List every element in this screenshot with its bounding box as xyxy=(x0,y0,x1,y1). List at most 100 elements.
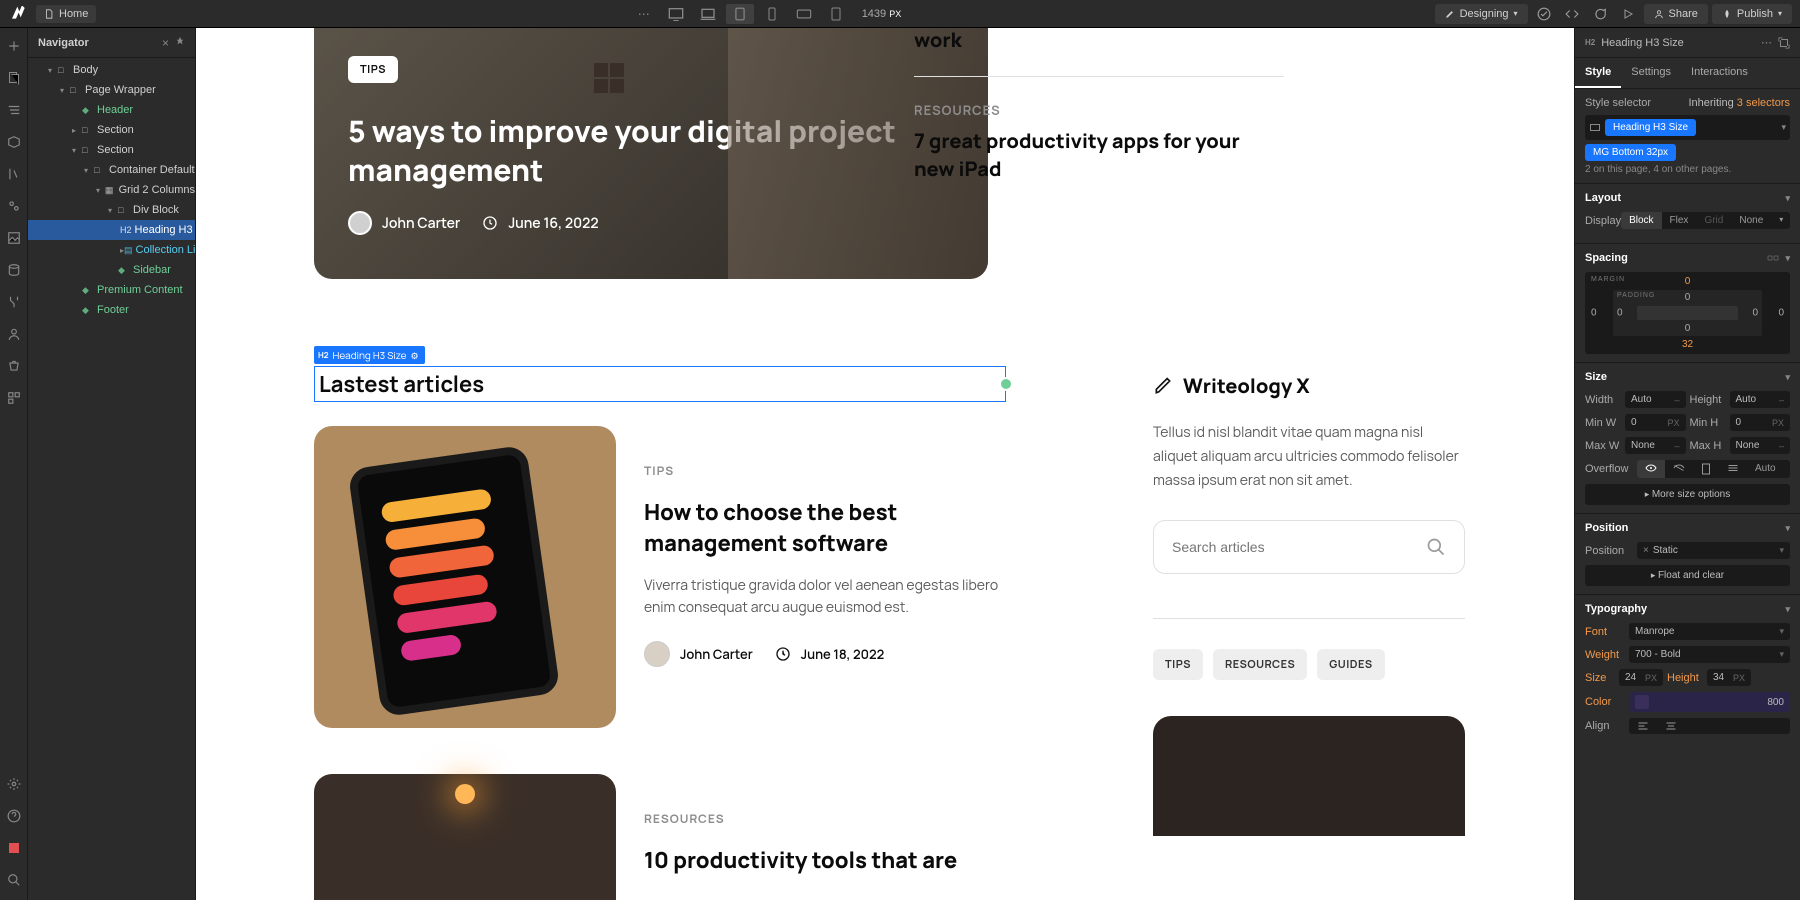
search-icon[interactable] xyxy=(1426,537,1446,557)
phone-icon[interactable] xyxy=(822,4,850,24)
nav-item[interactable]: ▾□Container Default xyxy=(28,160,195,180)
tablet-icon[interactable] xyxy=(726,4,754,24)
article-card[interactable]: RESOURCES 10 productivity tools that are xyxy=(314,774,1006,900)
tutorial-icon[interactable] xyxy=(6,840,22,856)
search-box[interactable] xyxy=(1153,520,1465,574)
search-input[interactable] xyxy=(1172,539,1426,555)
font-size-field[interactable]: 24PX xyxy=(1619,669,1663,686)
play-icon[interactable] xyxy=(1616,4,1640,24)
article-title[interactable]: 10 productivity tools that are xyxy=(644,845,1006,876)
add-icon[interactable] xyxy=(6,38,22,54)
nav-item[interactable]: ◆Footer xyxy=(28,300,195,320)
width-field[interactable]: Auto– xyxy=(1625,391,1686,408)
focus-icon[interactable] xyxy=(1778,37,1790,49)
desktop-icon[interactable] xyxy=(662,4,690,24)
collapse-icon[interactable]: × xyxy=(162,36,169,50)
check-icon[interactable] xyxy=(1532,4,1556,24)
tab-interactions[interactable]: Interactions xyxy=(1681,58,1758,88)
combo-chip[interactable]: MG Bottom 32px xyxy=(1585,144,1676,161)
nav-item[interactable]: ▾□Body xyxy=(28,60,195,80)
apps-icon[interactable] xyxy=(6,390,22,406)
tablet-small-icon[interactable] xyxy=(758,4,786,24)
section-heading[interactable]: Lastest articles xyxy=(319,369,1001,399)
more-icon[interactable]: ⋯ xyxy=(1761,36,1772,49)
chevron-down-icon[interactable]: ▾ xyxy=(1771,212,1790,229)
chevron-down-icon[interactable]: ▾ xyxy=(1785,193,1790,204)
phone-landscape-icon[interactable] xyxy=(790,4,818,24)
settings-icon[interactable] xyxy=(6,776,22,792)
code-icon[interactable] xyxy=(1560,4,1584,24)
viewport-width[interactable]: 1439 PX xyxy=(862,8,902,20)
pin-icon[interactable] xyxy=(175,36,185,50)
height-field[interactable]: Auto– xyxy=(1730,391,1791,408)
overflow-scroll[interactable] xyxy=(1693,460,1719,478)
link-icon[interactable] xyxy=(1767,253,1779,264)
class-chip[interactable]: Heading H3 Size xyxy=(1605,119,1696,136)
padding-left[interactable]: 0 xyxy=(1617,308,1623,319)
cms-icon[interactable] xyxy=(6,262,22,278)
selected-element[interactable]: Lastest articles xyxy=(314,366,1006,402)
publish-button[interactable]: Publish ▾ xyxy=(1712,4,1792,24)
maxh-field[interactable]: None– xyxy=(1730,437,1791,454)
tag-chip[interactable]: TIPS xyxy=(1153,649,1203,680)
selection-badge[interactable]: H2 Heading H3 Size ⚙ xyxy=(314,346,425,364)
class-selector[interactable]: Heading H3 Size ▾ xyxy=(1585,115,1790,140)
minh-field[interactable]: 0PX xyxy=(1730,414,1791,431)
display-block[interactable]: Block xyxy=(1621,212,1661,229)
tab-settings[interactable]: Settings xyxy=(1621,58,1681,88)
padding-right[interactable]: 0 xyxy=(1752,308,1758,319)
weight-field[interactable]: 700 - Bold▾ xyxy=(1629,646,1790,663)
align-center-icon[interactable] xyxy=(1657,718,1685,734)
nav-item[interactable]: ▸□Section xyxy=(28,120,195,140)
components-icon[interactable] xyxy=(6,134,22,150)
ecommerce-icon[interactable] xyxy=(6,358,22,374)
tag-chip[interactable]: GUIDES xyxy=(1317,649,1384,680)
nav-item[interactable]: ▸▤Collection List xyxy=(28,240,195,260)
webflow-logo-icon[interactable] xyxy=(8,4,28,24)
brand[interactable]: Writeology X xyxy=(1153,372,1465,399)
canvas[interactable]: TIPS 5 ways to improve your digital proj… xyxy=(196,28,1574,900)
side-post[interactable]: 3 tips to avoid internet distractions at… xyxy=(914,28,1284,54)
help-icon[interactable] xyxy=(6,808,22,824)
category-label[interactable]: RESOURCES xyxy=(644,810,1006,827)
tab-style[interactable]: Style xyxy=(1575,58,1621,88)
overflow-visible[interactable] xyxy=(1637,460,1665,478)
navigator-icon[interactable] xyxy=(6,102,22,118)
assets-icon[interactable] xyxy=(6,230,22,246)
nav-item[interactable]: ▾□Page Wrapper xyxy=(28,80,195,100)
article-title[interactable]: How to choose the best management softwa… xyxy=(644,497,1006,559)
minw-field[interactable]: 0PX xyxy=(1625,414,1686,431)
color-field[interactable]: 800 xyxy=(1629,692,1790,712)
display-grid[interactable]: Grid xyxy=(1696,212,1731,229)
hero-card[interactable]: TIPS 5 ways to improve your digital proj… xyxy=(314,28,988,279)
designing-button[interactable]: Designing ▾ xyxy=(1435,4,1528,24)
users-icon[interactable] xyxy=(6,326,22,342)
chevron-down-icon[interactable]: ▾ xyxy=(1781,122,1786,133)
nav-item[interactable]: ◆Sidebar xyxy=(28,260,195,280)
logic-icon[interactable] xyxy=(6,294,22,310)
gear-icon[interactable]: ⚙ xyxy=(410,349,418,362)
maxw-field[interactable]: None– xyxy=(1625,437,1686,454)
laptop-icon[interactable] xyxy=(694,4,722,24)
comment-icon[interactable] xyxy=(1588,4,1612,24)
inheriting-info[interactable]: Inheriting 3 selectors xyxy=(1688,97,1790,109)
chevron-down-icon[interactable]: ▾ xyxy=(1785,372,1790,383)
position-field[interactable]: ×Static▾ xyxy=(1637,542,1790,559)
nav-item[interactable]: ▾▦Grid 2 Columns xyxy=(28,180,195,200)
search-icon[interactable] xyxy=(6,872,22,888)
chevron-down-icon[interactable]: ▾ xyxy=(1785,523,1790,534)
nav-item[interactable]: ◆Header xyxy=(28,100,195,120)
author-name[interactable]: John Carter xyxy=(382,214,460,233)
variables-icon[interactable] xyxy=(6,166,22,182)
font-field[interactable]: Manrope▾ xyxy=(1629,623,1790,640)
nav-item[interactable]: H2Heading H3 Size xyxy=(28,220,195,240)
more-size-button[interactable]: ▸ More size options xyxy=(1585,484,1790,505)
chevron-down-icon[interactable]: ▾ xyxy=(1785,253,1790,264)
styles-icon[interactable] xyxy=(6,198,22,214)
line-height-field[interactable]: 34PX xyxy=(1707,669,1751,686)
margin-bottom[interactable]: 32 xyxy=(1682,339,1693,350)
pages-icon[interactable] xyxy=(6,70,22,86)
overflow-hidden[interactable] xyxy=(1665,460,1693,478)
tag-badge[interactable]: TIPS xyxy=(348,56,398,83)
margin-top[interactable]: 0 xyxy=(1685,276,1691,287)
